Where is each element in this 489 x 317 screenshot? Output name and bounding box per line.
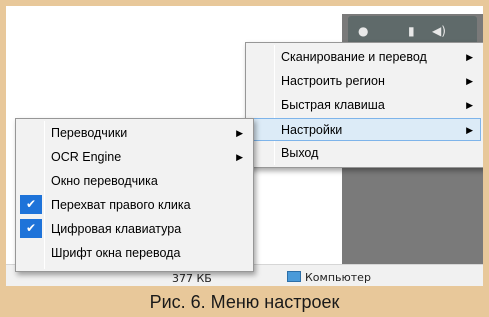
status-location-label: Компьютер (305, 271, 371, 284)
menu-item-label: Перехват правого клика (51, 198, 191, 212)
menu-item-numeric-keypad[interactable]: ✔ Цифровая клавиатура (18, 218, 251, 241)
volume-icon[interactable]: ◀) (432, 24, 446, 38)
menu-item-label: Переводчики (51, 126, 128, 140)
status-file-size: 377 КБ (172, 272, 212, 285)
menu-item-right-click-capture[interactable]: ✔ Перехват правого клика (18, 194, 251, 217)
submenu-arrow-icon: ▶ (466, 100, 473, 110)
menu-item-label: Окно переводчика (51, 174, 158, 188)
submenu-arrow-icon: ▶ (466, 76, 473, 86)
menu-item-exit[interactable]: Выход (248, 142, 481, 165)
settings-submenu: Переводчики ▶ OCR Engine ▶ Окно переводч… (15, 118, 254, 272)
checkmark-icon: ✔ (20, 219, 42, 238)
menu-item-label: OCR Engine (51, 150, 122, 164)
menu-item-label: Сканирование и перевод (281, 50, 427, 64)
menu-item-translation-font[interactable]: Шрифт окна перевода (18, 242, 251, 265)
figure-caption: Рис. 6. Меню настроек (149, 292, 340, 312)
tray-context-menu: Сканирование и перевод ▶ Настроить регио… (245, 42, 483, 168)
battery-icon[interactable]: ▮ (408, 24, 415, 38)
menu-item-label: Настроить регион (281, 74, 385, 88)
menu-item-translator-window[interactable]: Окно переводчика (18, 170, 251, 193)
menu-item-label: Настройки (281, 123, 343, 137)
menu-item-hotkey[interactable]: Быстрая клавиша ▶ (248, 94, 481, 117)
computer-icon (287, 271, 301, 282)
submenu-arrow-icon: ▶ (466, 52, 473, 62)
menu-item-settings[interactable]: Настройки ▶ (248, 118, 481, 141)
checkmark-icon: ✔ (20, 195, 42, 214)
menu-item-label: Шрифт окна перевода (51, 246, 181, 260)
picture-frame: ● ▮ ◀) 377 КБ Компьютер Сканирование и п… (0, 0, 489, 317)
submenu-arrow-icon: ▶ (466, 125, 473, 135)
screenshot-area: ● ▮ ◀) 377 КБ Компьютер Сканирование и п… (6, 6, 483, 286)
menu-item-scan-translate[interactable]: Сканирование и перевод ▶ (248, 46, 481, 69)
submenu-arrow-icon: ▶ (236, 152, 243, 162)
submenu-arrow-icon: ▶ (236, 128, 243, 138)
menu-item-label: Выход (281, 146, 319, 160)
menu-item-translators[interactable]: Переводчики ▶ (18, 122, 251, 145)
menu-item-label: Быстрая клавиша (281, 98, 385, 112)
menu-item-set-region[interactable]: Настроить регион ▶ (248, 70, 481, 93)
menu-item-ocr-engine[interactable]: OCR Engine ▶ (18, 146, 251, 169)
status-location: Компьютер (287, 271, 371, 284)
tray-app-icon[interactable]: ● (358, 24, 368, 38)
menu-item-label: Цифровая клавиатура (51, 222, 182, 236)
